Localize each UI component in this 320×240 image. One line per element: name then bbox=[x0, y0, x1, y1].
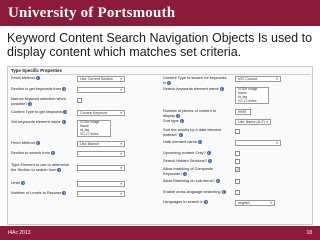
property-label: Narrow keyword selection when possible? i bbox=[11, 96, 66, 106]
fetch-method-select[interactable]: Use Current Section bbox=[77, 76, 125, 82]
panel-divider bbox=[10, 74, 310, 75]
sort-by-date-checkbox[interactable] bbox=[235, 129, 240, 134]
info-icon[interactable]: i bbox=[221, 190, 226, 194]
info-icon[interactable]: i bbox=[62, 191, 67, 195]
info-icon[interactable]: i bbox=[50, 151, 55, 155]
info-icon[interactable]: i bbox=[204, 200, 209, 204]
search-hidden-checkbox[interactable] bbox=[235, 159, 240, 164]
property-label: Search keywords element name i bbox=[163, 86, 224, 92]
property-label: Number of Levels to Recurse i bbox=[11, 190, 67, 196]
sort-type-select[interactable]: Use Name (A-Z) bbox=[235, 119, 271, 125]
panel-title: Type Specific Properties bbox=[11, 68, 62, 73]
sub-items-checkbox[interactable] bbox=[235, 179, 240, 184]
property-label: Get keywords element name i bbox=[11, 119, 66, 125]
levels-recurse-select[interactable] bbox=[77, 191, 125, 197]
search-content-type-select[interactable]: VIO Course bbox=[235, 76, 281, 82]
info-icon[interactable]: i bbox=[183, 171, 188, 176]
property-label: Content Type to search for keywords in i bbox=[163, 75, 227, 85]
header-bar: University of Portsmouth bbox=[0, 0, 320, 26]
footer-bar: t4Ac 2013 18 bbox=[0, 226, 320, 240]
info-icon[interactable]: i bbox=[219, 87, 224, 91]
property-label: Content Type to get keywords i bbox=[11, 109, 68, 115]
property-label: Section to search from i bbox=[11, 150, 55, 156]
keyword-content-type-select[interactable]: Course Keyword bbox=[77, 110, 125, 116]
info-icon[interactable]: i bbox=[61, 120, 66, 124]
level-select[interactable] bbox=[77, 181, 125, 187]
university-logo-text: University of Portsmouth bbox=[8, 4, 176, 21]
fetch-method-branch-select[interactable]: Use Branch bbox=[77, 141, 125, 147]
info-icon[interactable]: i bbox=[197, 140, 202, 144]
info-icon[interactable]: i bbox=[207, 159, 212, 163]
property-label: Level i bbox=[11, 180, 26, 186]
info-icon[interactable]: i bbox=[215, 179, 220, 183]
property-label: Languages to search in i bbox=[163, 199, 209, 205]
info-icon[interactable]: i bbox=[28, 101, 33, 106]
slide-number: 18 bbox=[306, 230, 312, 236]
keywords-section-select[interactable] bbox=[77, 87, 125, 93]
property-label: Sort type i bbox=[163, 118, 184, 124]
property-label: Sort the results by a date element inste… bbox=[163, 127, 222, 137]
composite-keywords-checkbox[interactable] bbox=[235, 167, 240, 172]
search-from-section-select[interactable] bbox=[77, 151, 125, 157]
info-icon[interactable]: i bbox=[21, 181, 26, 185]
date-element-select[interactable] bbox=[235, 140, 281, 146]
search-keywords-multiselect[interactable]: VGGe Image Name dt_tag VG 2 Circles bbox=[235, 87, 269, 104]
info-icon[interactable]: i bbox=[62, 87, 67, 91]
property-label: Fetch Method i bbox=[11, 75, 40, 81]
info-icon[interactable]: i bbox=[63, 110, 68, 114]
info-icon[interactable]: i bbox=[176, 113, 181, 118]
property-label: Search Hidden Sections? i bbox=[163, 158, 212, 164]
multiselect-option[interactable]: VG 2 Circles bbox=[238, 99, 266, 104]
content-count-input[interactable]: 9999 bbox=[235, 109, 251, 115]
property-label: Number of pieces of content to display i bbox=[163, 108, 216, 118]
info-icon[interactable]: i bbox=[178, 132, 183, 137]
narrow-keyword-checkbox[interactable] bbox=[77, 98, 82, 103]
languages-select[interactable]: english bbox=[235, 200, 275, 206]
cross-language-checkbox[interactable] bbox=[235, 190, 240, 195]
property-label: Allow Matching on sub-items? i bbox=[163, 178, 220, 184]
property-label: Section to get keywords from i bbox=[11, 86, 67, 92]
property-label: Allow matching of Composite Keywords? i bbox=[163, 166, 214, 176]
property-label: Upcoming content Only? i bbox=[163, 150, 211, 156]
slide-title: Keyword Content Search Navigation Object… bbox=[7, 31, 313, 59]
property-label: Fetch Method i bbox=[11, 140, 40, 146]
info-icon[interactable]: i bbox=[35, 76, 40, 80]
property-label: Type Element to use to determine the Sec… bbox=[11, 162, 70, 172]
keywords-element-multiselect[interactable]: VGGe Image Name dt_tag VG 2 Circles bbox=[77, 120, 111, 137]
upcoming-only-checkbox[interactable] bbox=[235, 151, 240, 156]
property-label: Date element name i bbox=[163, 139, 202, 145]
multiselect-option[interactable]: VG 2 Circles bbox=[80, 132, 108, 137]
info-icon[interactable]: i bbox=[167, 80, 172, 85]
type-element-select[interactable] bbox=[77, 165, 125, 171]
info-icon[interactable]: i bbox=[179, 119, 184, 123]
info-icon[interactable]: i bbox=[206, 151, 211, 155]
info-icon[interactable]: i bbox=[57, 167, 62, 172]
footer-label: t4Ac 2013 bbox=[8, 230, 31, 236]
property-label: Enable cross language searching i bbox=[163, 189, 226, 195]
info-icon[interactable]: i bbox=[35, 141, 40, 145]
type-specific-properties-panel: Type Specific Properties Fetch Method i U… bbox=[7, 66, 313, 225]
